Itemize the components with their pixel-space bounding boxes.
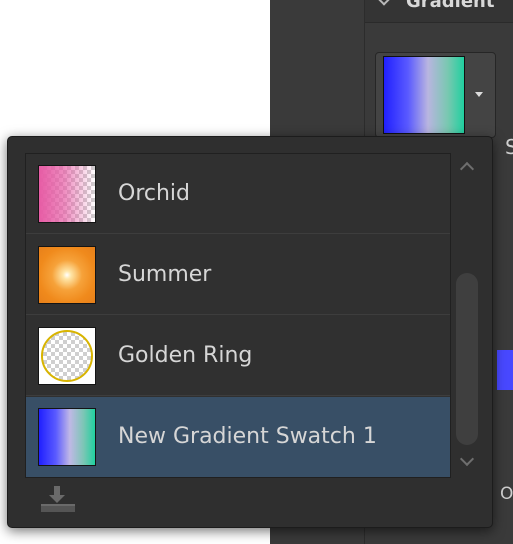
golden-ring-shape: [41, 330, 93, 382]
gradient-slider-fragment[interactable]: [497, 350, 513, 390]
collapse-chevron-icon[interactable]: [378, 0, 390, 6]
orchid-swatch-thumbnail: [38, 165, 96, 223]
gradient-swatch-orchid[interactable]: Orchid: [26, 154, 450, 234]
swatch-label: Summer: [118, 262, 212, 287]
gradient-swatch-summer[interactable]: Summer: [26, 235, 450, 315]
new-gradient-swatch-thumbnail: [38, 408, 96, 466]
gradient-swatch-popup: Orchid Summer Golden Ring New Gradient S…: [7, 136, 493, 528]
import-download-icon[interactable]: [38, 484, 78, 516]
dropdown-arrow-icon: [475, 91, 483, 97]
gradient-dropdown-toggle[interactable]: [466, 56, 492, 132]
swatch-label: New Gradient Swatch 1: [118, 424, 377, 449]
gradient-preview-swatch[interactable]: [383, 56, 465, 134]
chevron-down-icon: [459, 451, 475, 467]
swatch-label: Orchid: [118, 181, 190, 206]
golden-ring-swatch-thumbnail: [38, 327, 96, 385]
gradient-swatch-golden-ring[interactable]: Golden Ring: [26, 316, 450, 396]
gradient-swatch-list: Orchid Summer Golden Ring New Gradient S…: [25, 153, 451, 478]
summer-swatch-thumbnail: [38, 246, 96, 304]
chevron-up-icon: [459, 161, 475, 177]
scroll-down-button[interactable]: [457, 451, 477, 468]
list-scrollbar[interactable]: [452, 153, 482, 476]
panel-header-title: Gradient: [406, 0, 495, 12]
swatch-label: Golden Ring: [118, 343, 253, 368]
panel-text-fragment: O: [500, 484, 513, 504]
scroll-up-button[interactable]: [457, 160, 477, 177]
scrollbar-thumb[interactable]: [456, 273, 478, 445]
panel-text-fragment: S: [505, 135, 513, 159]
gradient-swatch-new-gradient-1[interactable]: New Gradient Swatch 1: [26, 397, 450, 477]
